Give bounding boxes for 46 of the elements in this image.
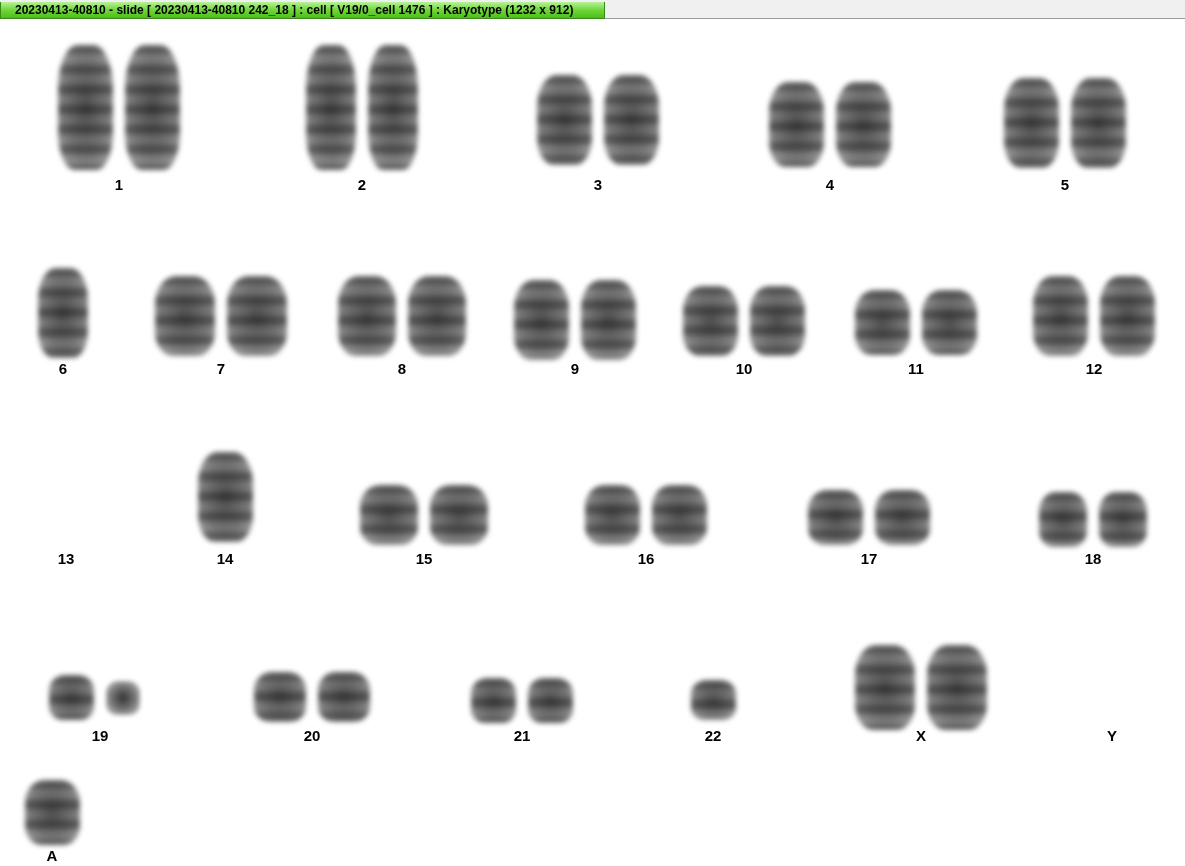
chromosome-label: 21 bbox=[513, 727, 531, 744]
chromosome-label: 15 bbox=[415, 550, 433, 567]
chromosome-image bbox=[106, 680, 140, 715]
chromosome-label: 20 bbox=[303, 727, 321, 744]
chromosome-image bbox=[683, 286, 738, 356]
chromosome-image bbox=[585, 485, 640, 545]
chromosome-label: 22 bbox=[704, 727, 722, 744]
chromosome-label: 4 bbox=[825, 176, 835, 193]
chromosome-label: 17 bbox=[860, 550, 878, 567]
chromosome-label: 9 bbox=[570, 360, 580, 377]
window-title: 20230413-40810 - slide [ 20230413-40810 242_18 ] : cell [ V19/0_cell 1476 ] : Karyotype (1232 x 912) bbox=[0, 2, 605, 19]
chromosome-label: 18 bbox=[1084, 550, 1102, 567]
chromosome-image bbox=[360, 485, 418, 545]
chromosome-label: 10 bbox=[735, 360, 753, 377]
chromosome-label: A bbox=[46, 847, 58, 864]
chromosome-image bbox=[318, 672, 370, 722]
chromosome-label: 16 bbox=[637, 550, 655, 567]
chromosome-image bbox=[24, 780, 80, 845]
chromosome-image bbox=[750, 286, 805, 356]
chromosome-image bbox=[652, 485, 707, 545]
chromosome-label: 14 bbox=[216, 550, 234, 567]
chromosome-image bbox=[855, 290, 910, 355]
chromosome-label: 7 bbox=[216, 360, 226, 377]
chromosome-image bbox=[1099, 492, 1147, 547]
chromosome-label: 13 bbox=[57, 550, 75, 567]
chromosome-image bbox=[49, 675, 94, 720]
chromosome-label: 6 bbox=[58, 360, 68, 377]
chromosome-label: 1 bbox=[114, 176, 124, 193]
chromosome-label: 11 bbox=[908, 360, 924, 377]
chromosome-image bbox=[808, 490, 863, 545]
chromosome-label: Y bbox=[1107, 727, 1117, 744]
chromosome-label: 12 bbox=[1085, 360, 1103, 377]
chromosome-label: 2 bbox=[357, 176, 367, 193]
chromosome-image bbox=[1039, 492, 1087, 547]
chromosome-image bbox=[922, 290, 977, 355]
chromosome-label: 8 bbox=[397, 360, 407, 377]
chromosome-image bbox=[471, 678, 516, 723]
chromosome-label: 5 bbox=[1060, 176, 1070, 193]
chromosome-image bbox=[254, 672, 306, 722]
chromosome-label: 19 bbox=[91, 727, 109, 744]
chromosome-image bbox=[528, 678, 573, 723]
chromosome-image bbox=[690, 680, 736, 720]
chromosome-image bbox=[430, 485, 488, 545]
chromosome-label: X bbox=[916, 727, 926, 744]
chromosome-image bbox=[875, 490, 930, 545]
chromosome-label: 3 bbox=[593, 176, 603, 193]
